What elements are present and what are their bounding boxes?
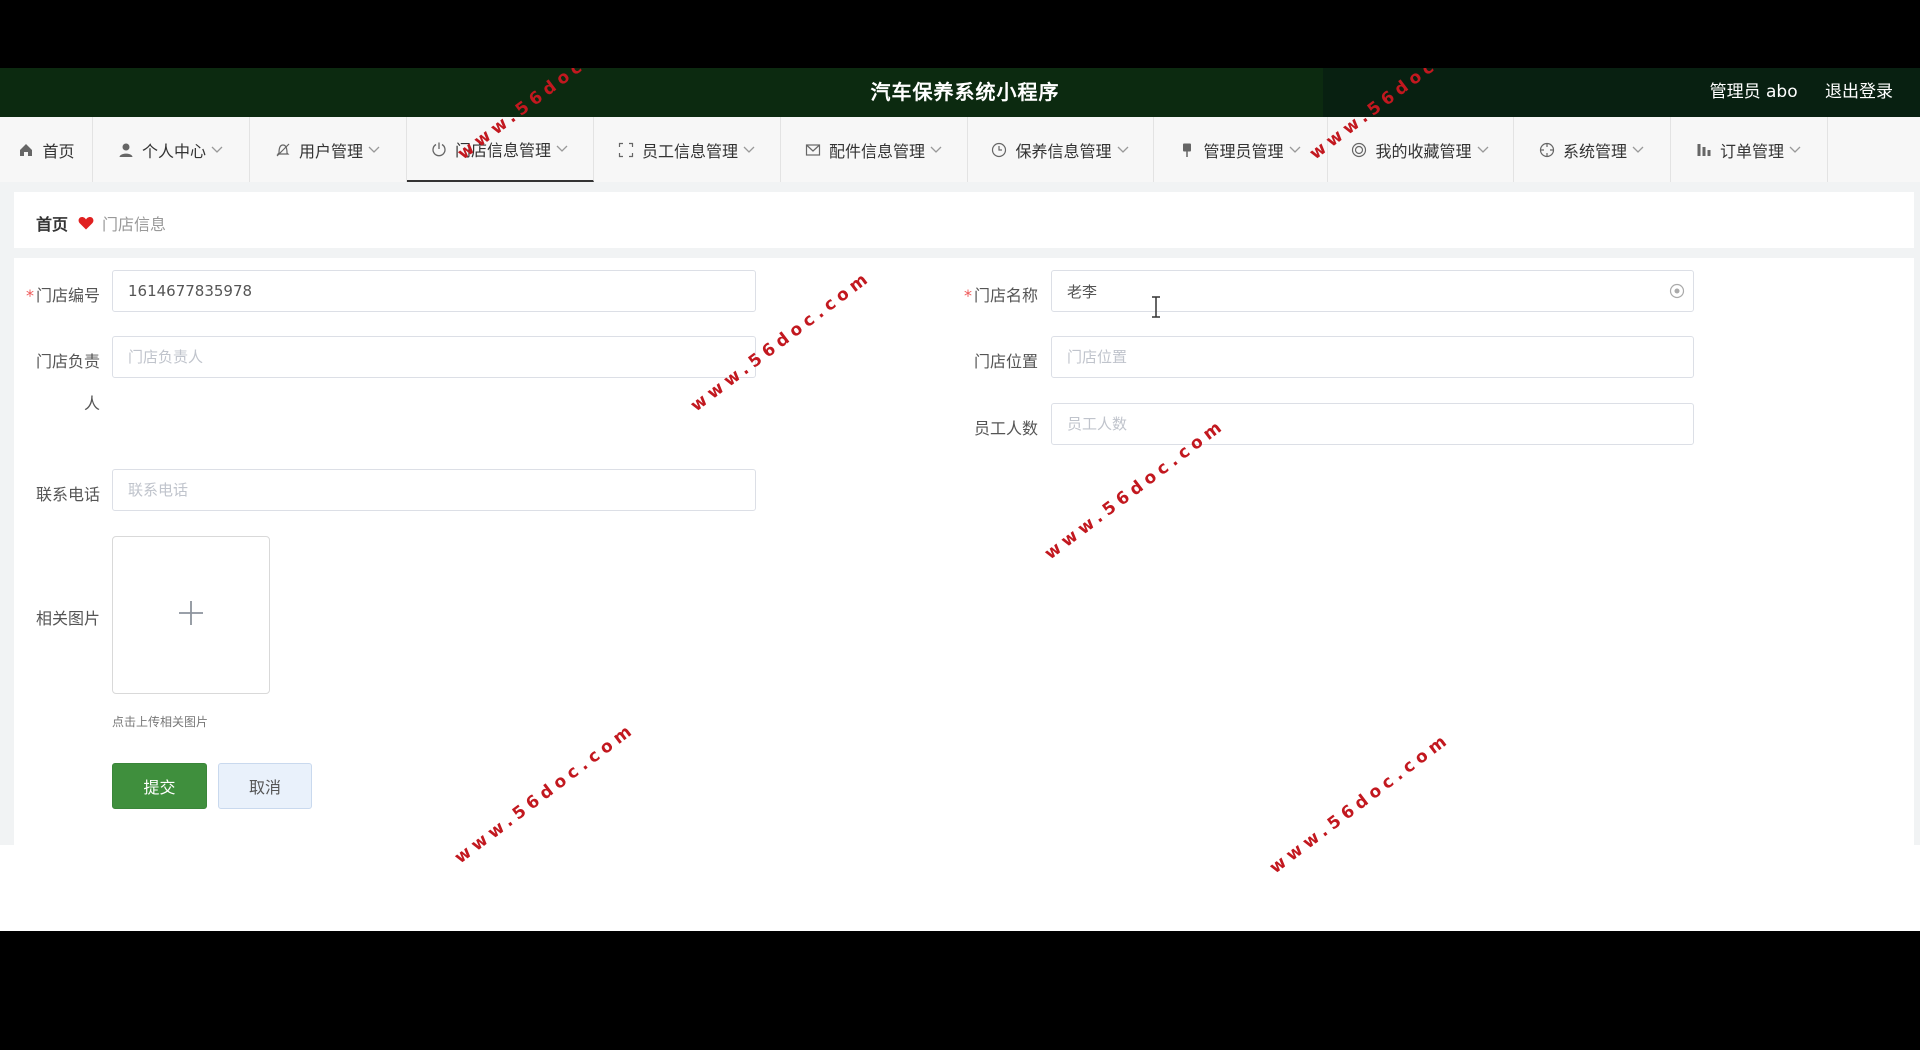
nav-item-system[interactable]: 系统管理: [1514, 117, 1671, 182]
nav-item-profile[interactable]: 个人中心: [93, 117, 250, 182]
divider: [0, 182, 1920, 192]
mail-icon: [804, 141, 822, 159]
top-header: 汽车保养系统小程序 管理员 abo 退出登录: [0, 68, 1920, 117]
nav-item-admin[interactable]: 管理员管理: [1154, 117, 1328, 182]
cancel-button[interactable]: 取消: [218, 763, 312, 809]
clock-icon: [990, 141, 1008, 159]
store-no-input[interactable]: [112, 270, 756, 312]
chevron-down-icon: [1789, 146, 1803, 154]
nav-label: 我的收藏管理: [1375, 141, 1472, 161]
heart-icon: [78, 216, 94, 230]
breadcrumb: 首页 门店信息: [36, 211, 166, 235]
nav-label: 首页: [42, 141, 75, 161]
manager-label-line2: 人: [83, 394, 100, 413]
clear-icon[interactable]: [1669, 283, 1685, 299]
watermark: www.56doc.com: [450, 719, 640, 868]
location-input[interactable]: [1051, 336, 1694, 378]
chevron-down-icon: [1632, 146, 1646, 154]
nav-label: 保养信息管理: [1015, 141, 1112, 161]
chevron-down-icon: [211, 146, 225, 154]
manager-input[interactable]: [112, 336, 756, 378]
chevron-down-icon: [1117, 146, 1131, 154]
target-icon: [1350, 141, 1368, 159]
bar-chart-icon: [1695, 141, 1713, 159]
manager-label: 门店负责 人: [26, 348, 100, 414]
upload-hint: 点击上传相关图片: [112, 715, 209, 729]
image-upload[interactable]: [112, 536, 270, 694]
store-no-label: * 门店编号: [26, 286, 101, 305]
app-title: 汽车保养系统小程序: [870, 80, 1060, 104]
chevron-down-icon: [1289, 146, 1303, 154]
home-icon: [17, 141, 35, 159]
nav-label: 配件信息管理: [828, 141, 925, 161]
nav-label: 订单管理: [1719, 141, 1784, 161]
bell-off-icon: [274, 141, 292, 159]
nav-label: 管理员管理: [1203, 141, 1284, 161]
nav-item-users[interactable]: 用户管理: [250, 117, 407, 182]
breadcrumb-current: 门店信息: [102, 215, 167, 234]
chevron-down-icon: [556, 145, 570, 153]
chevron-down-icon: [368, 146, 382, 154]
nav-label: 系统管理: [1562, 141, 1627, 161]
nav-label: 员工信息管理: [641, 141, 738, 161]
crosshair-icon: [1538, 141, 1556, 159]
nav-item-parts-info[interactable]: 配件信息管理: [781, 117, 968, 182]
chevron-down-icon: [1477, 146, 1491, 154]
watermark: www.56doc.com: [1265, 729, 1455, 878]
submit-button[interactable]: 提交: [112, 763, 207, 809]
manager-label-line1: 门店负责: [35, 352, 100, 371]
nav-label: 用户管理: [298, 141, 363, 161]
app-window: 汽车保养系统小程序 管理员 abo 退出登录 首页 个人中心 用户管理 门店信息…: [0, 68, 1920, 931]
nav-item-orders[interactable]: 订单管理: [1671, 117, 1828, 182]
current-user: 管理员 abo: [1709, 82, 1798, 102]
image-label: 相关图片: [35, 609, 100, 628]
breadcrumb-home[interactable]: 首页: [36, 211, 68, 235]
required-mark: *: [964, 286, 972, 305]
plus-icon: [177, 599, 205, 631]
fullscreen-icon: [617, 141, 635, 159]
staff-count-label: 员工人数: [973, 419, 1038, 438]
phone-label: 联系电话: [35, 485, 100, 504]
gutter-left: [0, 182, 14, 845]
power-icon: [430, 140, 448, 158]
phone-input[interactable]: [112, 469, 756, 511]
location-label: 门店位置: [973, 352, 1038, 371]
store-name-input[interactable]: [1051, 270, 1694, 312]
nav-label: 个人中心: [141, 141, 206, 161]
pin-icon: [1178, 141, 1196, 159]
gutter-right: [1914, 182, 1920, 845]
nav-item-home[interactable]: 首页: [0, 117, 93, 182]
nav-item-staff-info[interactable]: 员工信息管理: [594, 117, 781, 182]
user-area: 管理员 abo 退出登录: [1688, 68, 1893, 117]
text-cursor-icon: [1150, 296, 1162, 322]
top-nav: 首页 个人中心 用户管理 门店信息管理 员工信息管理 配件信息管理 保养信息管理…: [0, 117, 1920, 183]
store-name-label: * 门店名称: [964, 286, 1039, 305]
nav-item-maintenance-info[interactable]: 保养信息管理: [968, 117, 1154, 182]
divider: [0, 248, 1920, 258]
required-mark: *: [26, 286, 34, 305]
chevron-down-icon: [743, 146, 757, 154]
user-icon: [117, 141, 135, 159]
logout-link[interactable]: 退出登录: [1825, 82, 1893, 102]
staff-count-input[interactable]: [1051, 403, 1694, 445]
chevron-down-icon: [930, 146, 944, 154]
